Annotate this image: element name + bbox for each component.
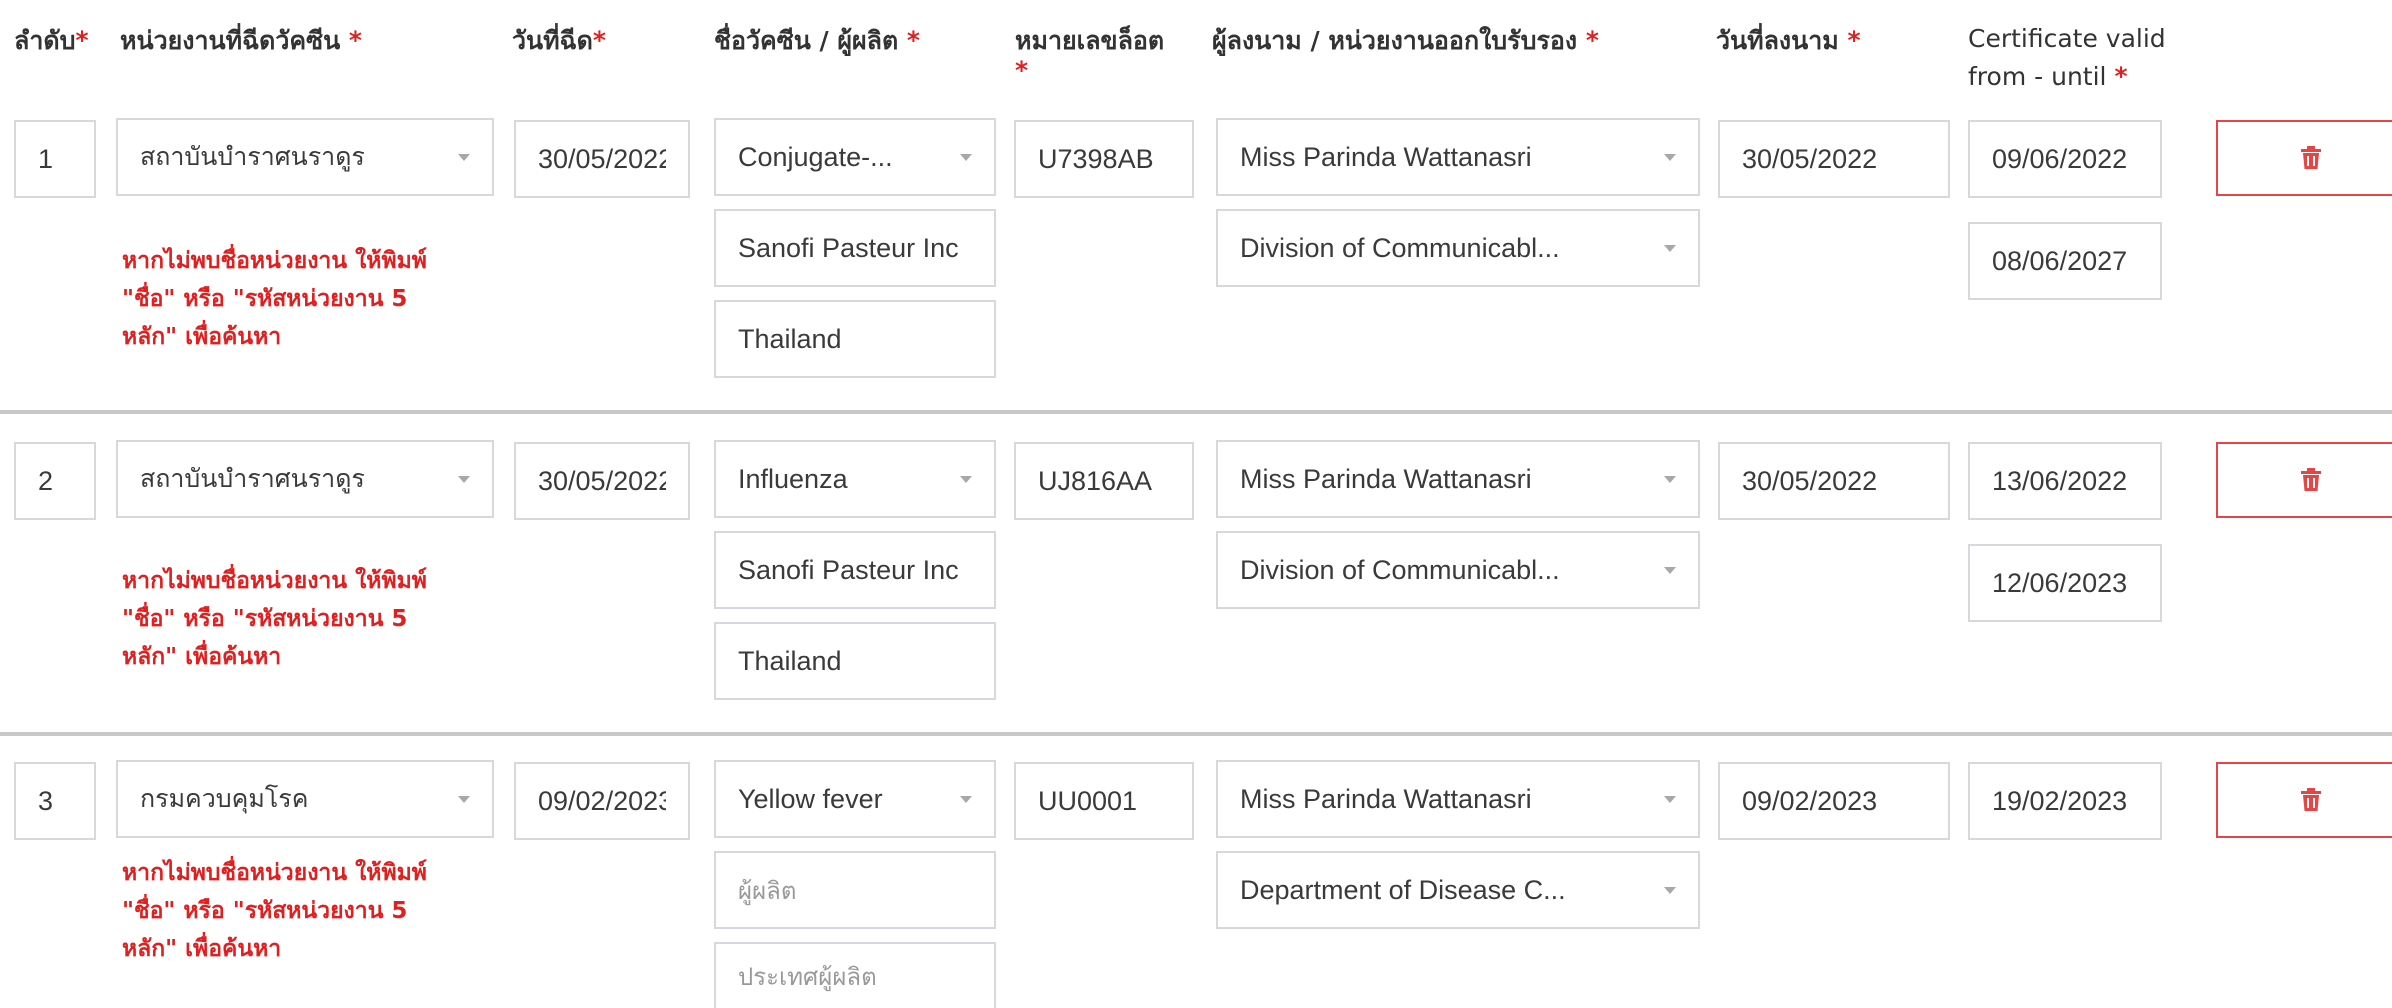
- country-input[interactable]: Thailand: [714, 622, 996, 700]
- issuer-select[interactable]: Department of Disease C...: [1216, 851, 1700, 929]
- header-lot: หมายเลขล็อต *: [1015, 26, 1165, 85]
- chevron-down-icon: [960, 475, 972, 483]
- chevron-down-icon: [458, 475, 470, 483]
- header-inject-date: วันที่ฉีด*: [512, 26, 606, 55]
- issuer-select[interactable]: Division of Communicabl...: [1216, 531, 1700, 609]
- header-index: ลำดับ*: [14, 26, 89, 55]
- signer-select[interactable]: Miss Parinda Wattanasri: [1216, 118, 1700, 196]
- chevron-down-icon: [1664, 244, 1676, 252]
- unit-warning: หากไม่พบชื่อหน่วยงาน ให้พิมพ์ "ชื่อ" หรือ…: [122, 568, 427, 670]
- chevron-down-icon: [1664, 795, 1676, 803]
- trash-icon: [2301, 788, 2321, 811]
- lot-input[interactable]: UU0001: [1014, 762, 1194, 840]
- country-input[interactable]: ประเทศผู้ผลิต: [714, 942, 996, 1008]
- vaccine-select[interactable]: Influenza: [714, 440, 996, 518]
- lot-input[interactable]: UJ816AA: [1014, 442, 1194, 520]
- lot-input[interactable]: U7398AB: [1014, 120, 1194, 198]
- header-unit: หน่วยงานที่ฉีดวัคซีน *: [120, 26, 362, 55]
- row-index-input[interactable]: 2: [14, 442, 96, 520]
- chevron-down-icon: [1664, 566, 1676, 574]
- country-input[interactable]: Thailand: [714, 300, 996, 378]
- valid-until-input[interactable]: 08/06/2027: [1968, 222, 2162, 300]
- vaccine-select[interactable]: Yellow fever: [714, 760, 996, 838]
- issuer-select[interactable]: Division of Communicabl...: [1216, 209, 1700, 287]
- manufacturer-input[interactable]: ผู้ผลิต: [714, 851, 996, 929]
- chevron-down-icon: [960, 795, 972, 803]
- unit-warning: หากไม่พบชื่อหน่วยงาน ให้พิมพ์ "ชื่อ" หรือ…: [122, 248, 427, 350]
- unit-warning: หากไม่พบชื่อหน่วยงาน ให้พิมพ์ "ชื่อ" หรือ…: [122, 860, 427, 962]
- header-sign-date: วันที่ลงนาม *: [1716, 26, 1861, 55]
- unit-select[interactable]: กรมควบคุมโรค: [116, 760, 494, 838]
- valid-from-input[interactable]: 13/06/2022: [1968, 442, 2162, 520]
- chevron-down-icon: [1664, 475, 1676, 483]
- chevron-down-icon: [458, 795, 470, 803]
- chevron-down-icon: [1664, 886, 1676, 894]
- signer-select[interactable]: Miss Parinda Wattanasri: [1216, 760, 1700, 838]
- row-divider: [0, 732, 2392, 736]
- sign-date-input[interactable]: 30/05/2022: [1718, 120, 1950, 198]
- unit-select[interactable]: สถาบันบำราศนราดูร: [116, 440, 494, 518]
- manufacturer-input[interactable]: Sanofi Pasteur Inc: [714, 209, 996, 287]
- valid-from-input[interactable]: 09/06/2022: [1968, 120, 2162, 198]
- chevron-down-icon: [458, 153, 470, 161]
- delete-row-button[interactable]: [2216, 120, 2392, 196]
- row-index-input[interactable]: 3: [14, 762, 96, 840]
- row-divider: [0, 410, 2392, 414]
- sign-date-input[interactable]: 30/05/2022: [1718, 442, 1950, 520]
- sign-date-input[interactable]: 09/02/2023: [1718, 762, 1950, 840]
- inject-date-input[interactable]: 09/02/2023: [514, 762, 690, 840]
- trash-icon: [2301, 146, 2321, 169]
- row-index-input[interactable]: 1: [14, 120, 96, 198]
- unit-select[interactable]: สถาบันบำราศนราดูร: [116, 118, 494, 196]
- signer-select[interactable]: Miss Parinda Wattanasri: [1216, 440, 1700, 518]
- vaccine-select[interactable]: Conjugate-...: [714, 118, 996, 196]
- chevron-down-icon: [1664, 153, 1676, 161]
- valid-from-input[interactable]: 19/02/2023: [1968, 762, 2162, 840]
- chevron-down-icon: [960, 153, 972, 161]
- header-signer: ผู้ลงนาม / หน่วยงานออกใบรับรอง *: [1212, 26, 1599, 55]
- manufacturer-input[interactable]: Sanofi Pasteur Inc: [714, 531, 996, 609]
- header-certificate-valid: Certificate valid from - until *: [1968, 24, 2166, 91]
- delete-row-button[interactable]: [2216, 762, 2392, 838]
- trash-icon: [2301, 468, 2321, 491]
- valid-until-input[interactable]: 12/06/2023: [1968, 544, 2162, 622]
- header-vaccine: ชื่อวัคซีน / ผู้ผลิต *: [714, 26, 920, 55]
- delete-row-button[interactable]: [2216, 442, 2392, 518]
- inject-date-input[interactable]: 30/05/2022: [514, 442, 690, 520]
- inject-date-input[interactable]: 30/05/2022: [514, 120, 690, 198]
